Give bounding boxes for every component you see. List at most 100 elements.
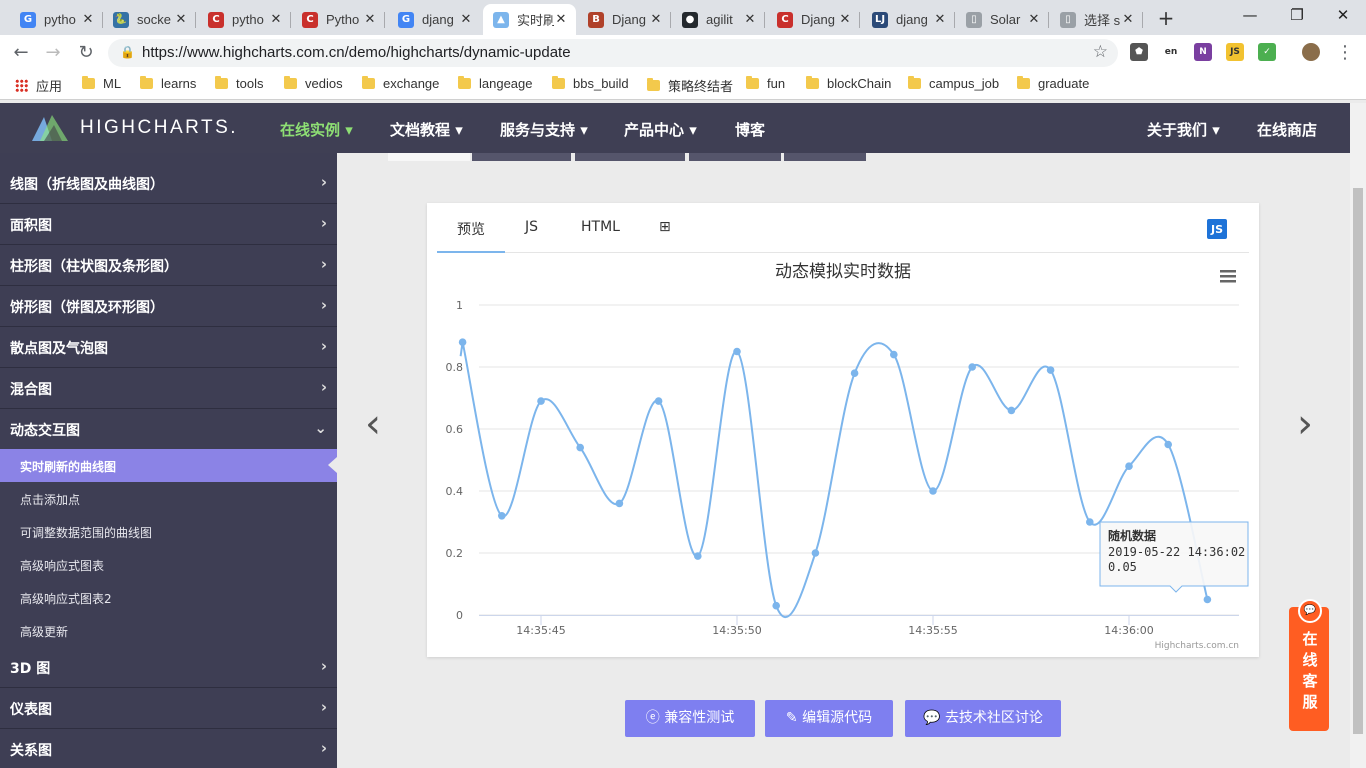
minimize-button[interactable]: — <box>1240 6 1260 24</box>
bookmark-folder[interactable]: fun <box>746 76 785 91</box>
bookmark-folder[interactable]: 策略终结者 <box>647 76 733 95</box>
sidebar-subitem[interactable]: 高级响应式图表 <box>0 548 337 581</box>
back-icon[interactable]: ← <box>8 40 34 66</box>
nav-store[interactable]: 在线商店 <box>1257 119 1317 140</box>
browser-tab[interactable]: Gpytho ✕ <box>10 4 103 35</box>
browser-tab[interactable]: Gdjang ✕ <box>388 4 481 35</box>
shield-extension-icon[interactable]: ✓ <box>1258 43 1276 61</box>
next-demo-arrow-icon[interactable]: › <box>1297 401 1313 447</box>
bookmark-folder[interactable]: vedios <box>284 76 343 91</box>
action-button[interactable]: ⓔ 兼容性测试 <box>625 700 755 737</box>
bookmark-apps[interactable]: 应用 <box>15 76 62 95</box>
new-tab-button[interactable]: + <box>1154 6 1178 30</box>
close-tab-icon[interactable]: ✕ <box>81 12 95 27</box>
bookmark-folder[interactable]: langeage <box>458 76 533 91</box>
online-service-button[interactable]: 💬 在线客服 <box>1289 599 1329 731</box>
bookmark-folder[interactable]: graduate <box>1017 76 1089 91</box>
close-tab-icon[interactable]: ✕ <box>743 12 757 27</box>
browser-tab[interactable]: LJ djang ✕ <box>862 4 955 35</box>
sidebar-section[interactable]: 混合图 › <box>0 368 337 409</box>
sidebar-section[interactable]: 关系图 › <box>0 729 337 768</box>
bookmark-folder[interactable]: blockChain <box>806 76 891 91</box>
browser-tab[interactable]: ● agilit ✕ <box>672 4 765 35</box>
sidebar-subitem[interactable]: 可调整数据范围的曲线图 <box>0 515 337 548</box>
tab-js[interactable]: JS <box>525 219 538 235</box>
sidebar-subitem[interactable]: 高级响应式图表2 <box>0 581 337 614</box>
hamburger-menu-icon[interactable] <box>1220 270 1236 283</box>
js-extension-icon[interactable]: JS <box>1226 43 1244 61</box>
nav-submenu-tab[interactable] <box>784 153 866 161</box>
close-tab-icon[interactable]: ✕ <box>174 12 188 27</box>
close-window-button[interactable]: ✕ <box>1333 6 1353 24</box>
nav-submenu-tab[interactable] <box>575 153 685 161</box>
sidebar-section[interactable]: 仪表图 › <box>0 688 337 729</box>
sidebar-section[interactable]: 面积图 › <box>0 204 337 245</box>
restore-button[interactable]: ❐ <box>1287 6 1307 24</box>
page-scrollbar[interactable] <box>1350 103 1366 768</box>
nav-submenu-tab[interactable] <box>388 153 470 161</box>
sidebar-section[interactable]: 柱形图（柱状图及条形图） › <box>0 245 337 286</box>
bookmark-folder[interactable]: ML <box>82 76 121 91</box>
nav-about[interactable]: 关于我们 ▾ <box>1147 119 1220 140</box>
tab-preview[interactable]: 预览 <box>457 219 485 239</box>
sidebar-section[interactable]: 饼形图（饼图及环形图） › <box>0 286 337 327</box>
close-tab-icon[interactable]: ✕ <box>363 12 377 27</box>
close-tab-icon[interactable]: ✕ <box>1027 12 1041 27</box>
tab-html[interactable]: HTML <box>581 219 620 235</box>
nav-submenu-tab[interactable] <box>689 153 781 161</box>
action-button[interactable]: ✎ 编辑源代码 <box>765 700 893 737</box>
nav-item[interactable]: 博客 <box>735 119 765 140</box>
browser-tab[interactable]: B Djang ✕ <box>578 4 671 35</box>
browser-tab[interactable]: Cpytho ✕ <box>198 4 291 35</box>
sidebar-section[interactable]: 散点图及气泡图 › <box>0 327 337 368</box>
nav-item[interactable]: 在线实例 ▾ <box>280 119 353 140</box>
bookmark-star-icon[interactable]: ☆ <box>1093 42 1108 62</box>
scrollbar-thumb[interactable] <box>1353 188 1363 734</box>
forward-icon[interactable]: → <box>40 40 66 66</box>
sidebar-subitem[interactable]: 实时刷新的曲线图 <box>0 449 337 482</box>
close-tab-icon[interactable]: ✕ <box>838 12 852 27</box>
sidebar-section[interactable]: 3D 图 › <box>0 647 337 688</box>
onenote-extension-icon[interactable]: N <box>1194 43 1212 61</box>
jsfiddle-badge[interactable]: JS <box>1207 219 1227 239</box>
browser-tab[interactable]: ▯ 选择 s ✕ <box>1050 4 1143 35</box>
logo-text[interactable]: HIGHCHARTS. <box>80 117 238 139</box>
tab-title: 选择 s <box>1084 13 1121 28</box>
address-bar[interactable]: 🔒 https://www.highcharts.com.cn/demo/hig… <box>108 39 1118 67</box>
close-tab-icon[interactable]: ✕ <box>933 12 947 27</box>
browser-tab[interactable]: C Pytho ✕ <box>292 4 385 35</box>
prev-demo-arrow-icon[interactable]: ‹ <box>365 401 381 447</box>
browser-tab[interactable]: ▲ 实时刷 ✕ <box>483 4 576 35</box>
bookmark-folder[interactable]: tools <box>215 76 263 91</box>
nav-item[interactable]: 文档教程 ▾ <box>390 119 463 140</box>
extension-icon-1[interactable]: ⬟ <box>1130 43 1148 61</box>
sidebar-section[interactable]: 动态交互图 ⌄ <box>0 409 337 450</box>
bookmark-folder[interactable]: bbs_build <box>552 76 629 91</box>
page-icon: ▯ <box>1060 11 1076 28</box>
menu-kebab-icon[interactable]: ⋮ <box>1332 40 1358 66</box>
browser-tab[interactable]: ▯ Solar ✕ <box>956 4 1049 35</box>
sidebar-subitem[interactable]: 高级更新 <box>0 614 337 647</box>
bookmark-folder[interactable]: campus_job <box>908 76 999 91</box>
reload-icon[interactable]: ↻ <box>73 40 99 66</box>
action-button[interactable]: 💬 去技术社区讨论 <box>905 700 1061 737</box>
bookmark-folder[interactable]: exchange <box>362 76 439 91</box>
highcharts-logo-icon[interactable] <box>30 111 70 145</box>
close-tab-icon[interactable]: ✕ <box>459 12 473 27</box>
sidebar-subitem[interactable]: 点击添加点 <box>0 482 337 515</box>
close-tab-icon[interactable]: ✕ <box>649 12 663 27</box>
profile-avatar[interactable] <box>1302 43 1320 61</box>
bookmark-folder[interactable]: learns <box>140 76 196 91</box>
nav-item[interactable]: 产品中心 ▾ <box>624 119 697 140</box>
translate-extension-icon[interactable]: en <box>1162 43 1180 61</box>
qrcode-icon[interactable]: ⊞ <box>659 219 671 235</box>
url-text[interactable]: https://www.highcharts.com.cn/demo/highc… <box>142 44 571 61</box>
close-tab-icon[interactable]: ✕ <box>269 12 283 27</box>
sidebar-section[interactable]: 线图（折线图及曲线图） › <box>0 163 337 204</box>
close-tab-icon[interactable]: ✕ <box>554 12 568 27</box>
close-tab-icon[interactable]: ✕ <box>1121 12 1135 27</box>
browser-tab[interactable]: C Djang ✕ <box>767 4 860 35</box>
nav-submenu-tab[interactable] <box>472 153 571 161</box>
browser-tab[interactable]: 🐍 socke ✕ <box>103 4 196 35</box>
nav-item[interactable]: 服务与支持 ▾ <box>500 119 588 140</box>
